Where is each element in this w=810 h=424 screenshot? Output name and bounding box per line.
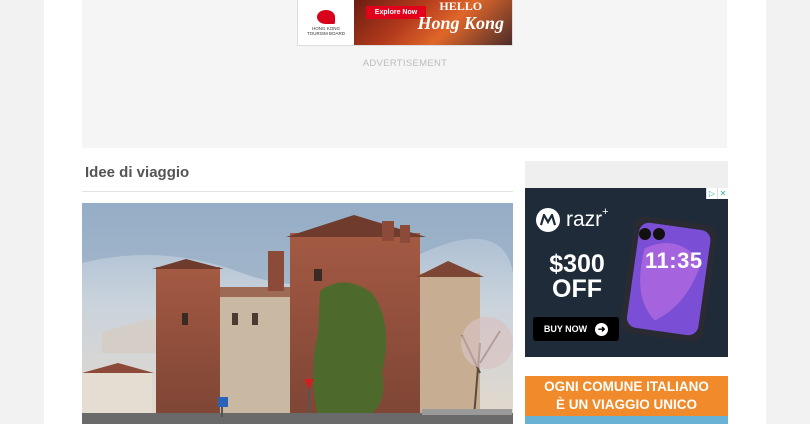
hk-logo-icon bbox=[317, 10, 335, 24]
castle-photo-svg bbox=[82, 203, 513, 424]
motorola-razr-ad[interactable]: ▷ ✕ razr + $300 OFF BUY NOW ➜ 11:35 bbox=[525, 188, 728, 357]
section-title: Idee di viaggio bbox=[85, 164, 190, 181]
price-line1: $300 bbox=[549, 250, 605, 278]
section-divider bbox=[82, 191, 513, 192]
advertisement-label: ADVERTISEMENT bbox=[362, 58, 448, 69]
hk-headline: HELLO Hong Kong bbox=[417, 0, 504, 32]
sidebar-ad-header-strip bbox=[525, 161, 728, 188]
arrow-right-icon: ➜ bbox=[595, 322, 609, 336]
adchoices-controls[interactable]: ▷ ✕ bbox=[706, 188, 728, 199]
hong-kong-tourism-logo: HONG KONG TOURISM BOARD bbox=[298, 0, 354, 45]
razr-brand: razr bbox=[566, 208, 603, 231]
comune-line2: È UN VIAGGIO UNICO bbox=[555, 397, 697, 412]
comune-line1: OGNI COMUNE ITALIANO bbox=[544, 379, 709, 394]
razr-brand-sup: + bbox=[602, 206, 609, 218]
hk-logo-line2: TOURISM BOARD bbox=[307, 31, 345, 36]
comune-ad-image-strip bbox=[525, 416, 728, 424]
razr-phone-image bbox=[621, 216, 717, 342]
buy-now-button[interactable]: BUY NOW ➜ bbox=[533, 317, 619, 341]
hk-ad-photo: Explore Now HELLO Hong Kong bbox=[354, 0, 512, 45]
comune-italiano-ad[interactable]: OGNI COMUNE ITALIANO È UN VIAGGIO UNICO bbox=[525, 376, 728, 424]
price-line2: OFF bbox=[552, 275, 602, 303]
close-icon[interactable]: ✕ bbox=[717, 188, 728, 199]
buy-now-label: BUY NOW bbox=[543, 324, 588, 334]
motorola-logo-icon bbox=[536, 208, 560, 232]
phone-time: 11:35 bbox=[645, 248, 703, 273]
discount-price: $300 OFF bbox=[541, 252, 613, 302]
hong-kong-ad-banner[interactable]: HONG KONG TOURISM BOARD Explore Now HELL… bbox=[297, 0, 513, 46]
hk-headline-line2: Hong Kong bbox=[417, 13, 504, 33]
adchoices-icon[interactable]: ▷ bbox=[706, 188, 717, 199]
razr-logo: razr + bbox=[536, 206, 609, 232]
castle-hero-image[interactable] bbox=[82, 203, 513, 424]
comune-ad-text: OGNI COMUNE ITALIANO È UN VIAGGIO UNICO bbox=[525, 378, 728, 414]
